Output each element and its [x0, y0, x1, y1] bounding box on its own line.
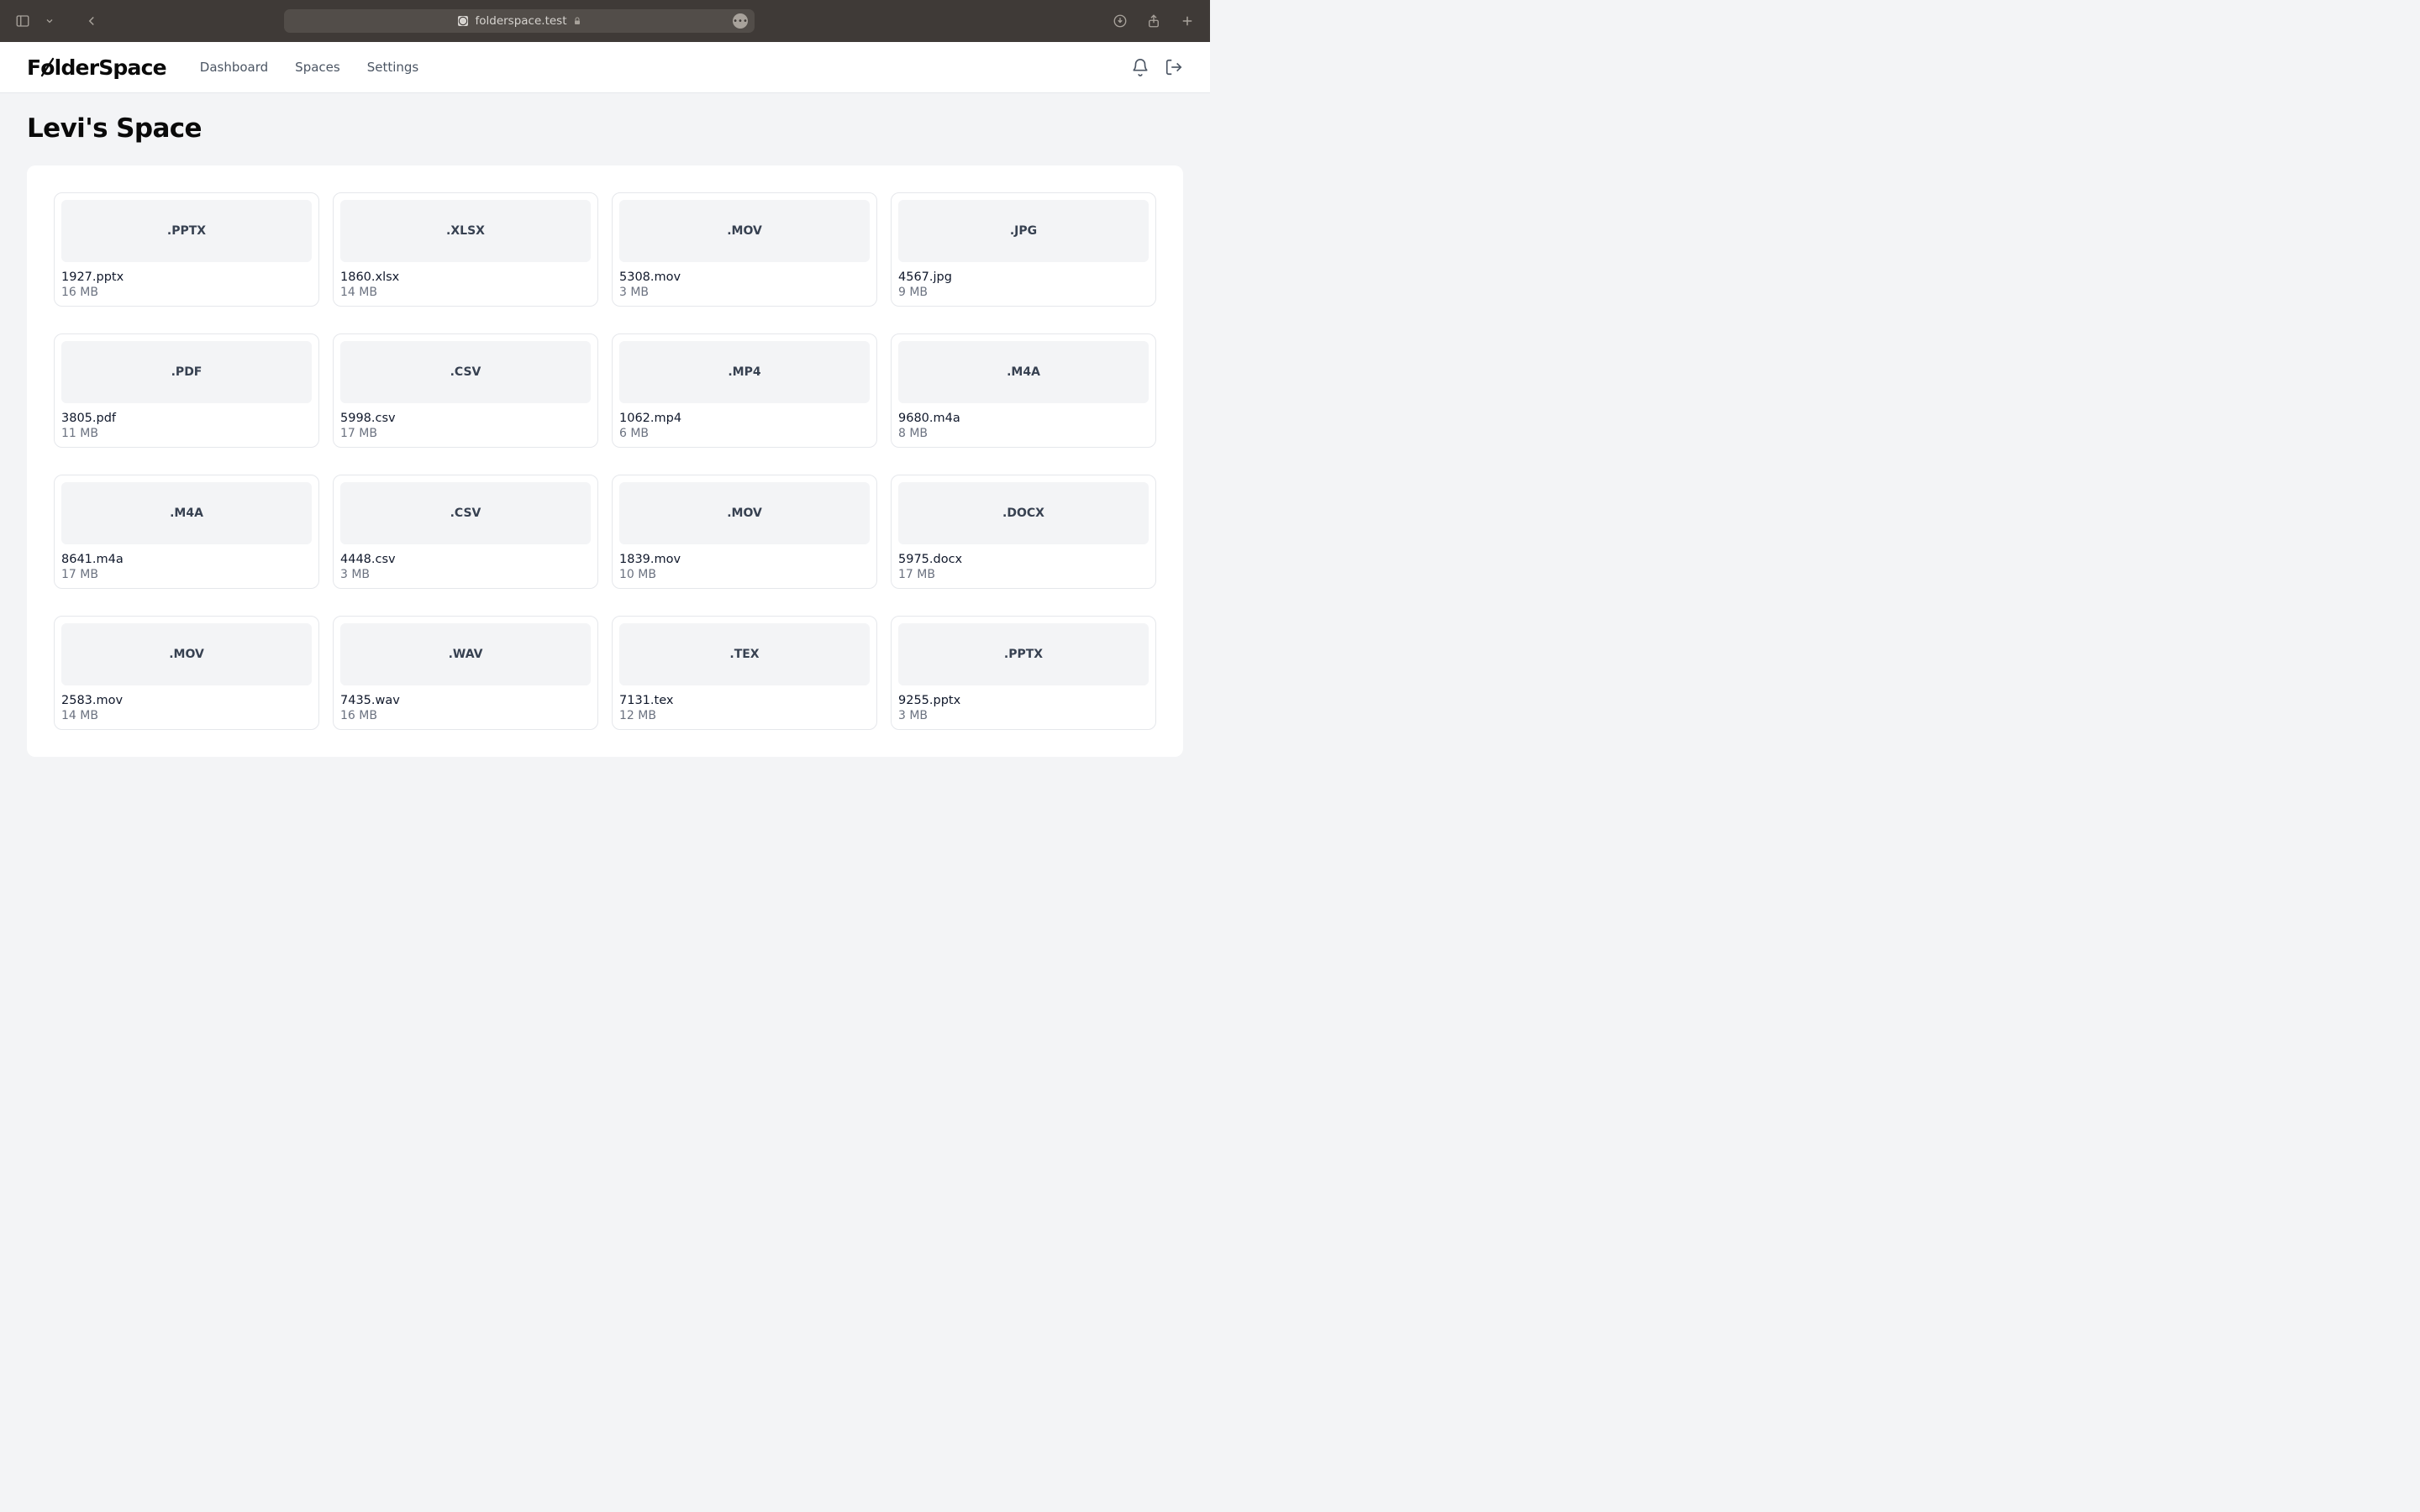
file-card[interactable]: .TEX 7131.tex 12 MB — [612, 616, 877, 730]
chrome-left-controls — [13, 12, 101, 30]
main-nav: Dashboard Spaces Settings — [200, 60, 418, 75]
file-size: 8 MB — [898, 427, 1149, 440]
page-title: Levi's Space — [27, 113, 1183, 144]
file-grid: .PPTX1927.pptx16 MB.XLSX1860.xlsx14 MB.M… — [54, 192, 1156, 730]
file-size: 6 MB — [619, 427, 870, 440]
file-name: 1839.mov — [619, 553, 870, 566]
compass-icon — [456, 14, 470, 28]
address-url: folderspace.test — [475, 14, 566, 28]
file-card[interactable]: .PDF 3805.pdf 11 MB — [54, 333, 319, 448]
file-card[interactable]: .PPTX 1927.pptx 16 MB — [54, 192, 319, 307]
file-card[interactable]: .M4A 8641.m4a 17 MB — [54, 475, 319, 589]
file-size: 11 MB — [61, 427, 312, 440]
file-size: 17 MB — [61, 568, 312, 581]
more-icon[interactable]: ••• — [733, 13, 748, 29]
lock-icon — [572, 16, 582, 26]
file-thumb: .CSV — [340, 482, 591, 544]
bell-icon[interactable] — [1131, 58, 1150, 76]
file-card[interactable]: .CSV 5998.csv 17 MB — [333, 333, 598, 448]
nav-settings[interactable]: Settings — [367, 60, 419, 75]
file-thumb: .TEX — [619, 623, 870, 685]
file-card[interactable]: .MOV 2583.mov 14 MB — [54, 616, 319, 730]
file-size: 12 MB — [619, 709, 870, 722]
file-name: 2583.mov — [61, 694, 312, 707]
file-card[interactable]: .PPTX 9255.pptx 3 MB — [891, 616, 1156, 730]
file-card[interactable]: .M4A 9680.m4a 8 MB — [891, 333, 1156, 448]
file-name: 9680.m4a — [898, 412, 1149, 425]
page-body: Levi's Space .PPTX 1927.pptx 16 MB .XLSX 186… — [0, 93, 1210, 777]
file-thumb: .M4A — [898, 341, 1149, 403]
chrome-right-controls — [1111, 12, 1197, 30]
file-size: 10 MB — [619, 568, 870, 581]
file-name: 9255.pptx — [898, 694, 1149, 707]
file-thumb: .PPTX — [61, 200, 312, 262]
file-thumb: .DOCX — [898, 482, 1149, 544]
chevron-down-icon[interactable] — [40, 12, 59, 30]
file-thumb: .CSV — [340, 341, 591, 403]
file-thumb: .JPG — [898, 200, 1149, 262]
file-size: 14 MB — [340, 286, 591, 299]
file-card[interactable]: .MOV 1839.mov 10 MB — [612, 475, 877, 589]
browser-chrome: folderspace.test ••• — [0, 0, 1210, 42]
file-card[interactable]: .DOCX 5975.docx 17 MB — [891, 475, 1156, 589]
sidebar-toggle-icon[interactable] — [13, 12, 32, 30]
file-name: 4567.jpg — [898, 270, 1149, 284]
downloads-icon[interactable] — [1111, 12, 1129, 30]
new-tab-icon[interactable] — [1178, 12, 1197, 30]
address-bar[interactable]: folderspace.test ••• — [284, 9, 755, 33]
file-card[interactable]: .XLSX 1860.xlsx 14 MB — [333, 192, 598, 307]
file-card[interactable]: .CSV 4448.csv 3 MB — [333, 475, 598, 589]
file-thumb: .M4A — [61, 482, 312, 544]
file-thumb: .XLSX — [340, 200, 591, 262]
file-name: 3805.pdf — [61, 412, 312, 425]
file-thumb: .MOV — [619, 200, 870, 262]
file-size: 9 MB — [898, 286, 1149, 299]
files-panel: .PPTX1927.pptx16 MB.XLSX1860.xlsx14 MB.M… — [27, 165, 1183, 757]
file-thumb: .MOV — [61, 623, 312, 685]
file-name: 1927.pptx — [61, 270, 312, 284]
file-name: 8641.m4a — [61, 553, 312, 566]
file-card[interactable]: .MP4 1062.mp4 6 MB — [612, 333, 877, 448]
file-thumb: .PDF — [61, 341, 312, 403]
share-icon[interactable] — [1144, 12, 1163, 30]
header-actions — [1131, 58, 1183, 76]
file-name: 4448.csv — [340, 553, 591, 566]
nav-dashboard[interactable]: Dashboard — [200, 60, 268, 75]
file-size: 3 MB — [340, 568, 591, 581]
file-size: 16 MB — [340, 709, 591, 722]
file-name: 1062.mp4 — [619, 412, 870, 425]
file-name: 7131.tex — [619, 694, 870, 707]
file-thumb: .WAV — [340, 623, 591, 685]
brand-logo[interactable]: FolderSpace — [27, 55, 166, 80]
back-button-icon[interactable] — [82, 12, 101, 30]
file-card[interactable]: .MOV 5308.mov 3 MB — [612, 192, 877, 307]
file-name: 7435.wav — [340, 694, 591, 707]
file-size: 17 MB — [898, 568, 1149, 581]
file-size: 17 MB — [340, 427, 591, 440]
file-name: 5998.csv — [340, 412, 591, 425]
nav-spaces[interactable]: Spaces — [295, 60, 340, 75]
logout-icon[interactable] — [1165, 58, 1183, 76]
file-size: 14 MB — [61, 709, 312, 722]
file-thumb: .MP4 — [619, 341, 870, 403]
file-thumb: .PPTX — [898, 623, 1149, 685]
file-size: 3 MB — [898, 709, 1149, 722]
file-name: 5975.docx — [898, 553, 1149, 566]
file-size: 16 MB — [61, 286, 312, 299]
file-size: 3 MB — [619, 286, 870, 299]
file-name: 1860.xlsx — [340, 270, 591, 284]
file-card[interactable]: .JPG 4567.jpg 9 MB — [891, 192, 1156, 307]
file-card[interactable]: .WAV 7435.wav 16 MB — [333, 616, 598, 730]
file-name: 5308.mov — [619, 270, 870, 284]
file-thumb: .MOV — [619, 482, 870, 544]
app-header: FolderSpace Dashboard Spaces Settings — [0, 42, 1210, 93]
